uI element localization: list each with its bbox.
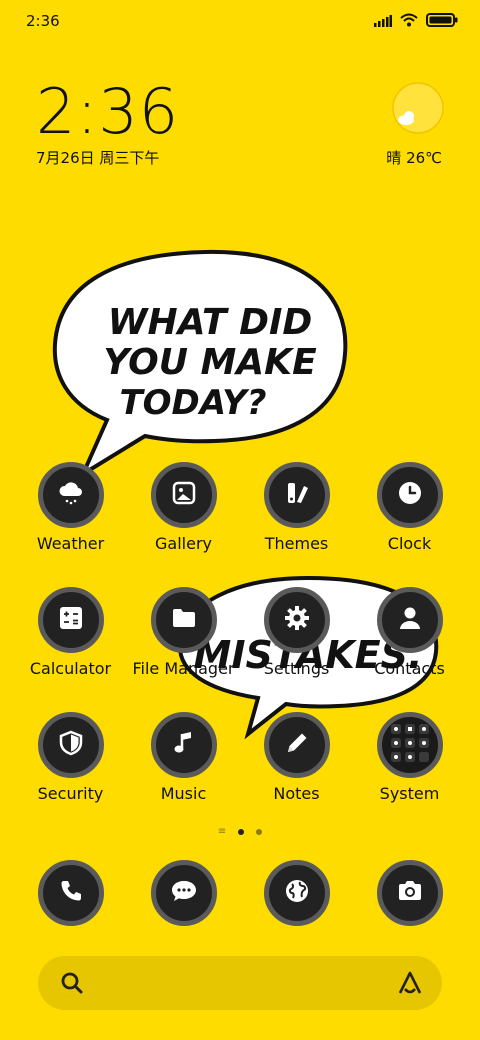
gear-icon — [283, 604, 311, 636]
app-label: Notes — [273, 784, 320, 803]
clock-icon — [397, 480, 423, 510]
app-label: Music — [160, 784, 207, 803]
weather-widget-text[interactable]: 晴 26℃ — [386, 147, 442, 168]
brush-palette-icon — [284, 480, 310, 510]
search-icon[interactable] — [60, 971, 84, 999]
page-dot-active[interactable] — [238, 829, 245, 835]
folder-icon — [171, 605, 197, 635]
music-note-icon — [172, 730, 196, 760]
sun-cloud-icon[interactable] — [392, 82, 444, 134]
camera-icon — [396, 879, 424, 907]
app-label: File Manager — [132, 659, 235, 678]
app-label: Security — [37, 784, 104, 803]
image-icon — [171, 480, 197, 510]
app-security[interactable]: Security — [14, 712, 127, 803]
list-icon: ≡ — [217, 826, 227, 837]
app-label: Contacts — [374, 659, 445, 678]
dock-camera[interactable] — [353, 860, 466, 926]
search-input[interactable] — [98, 966, 378, 1000]
app-label: Themes — [264, 534, 329, 553]
app-gallery[interactable]: Gallery — [127, 462, 240, 553]
folder-grid-icon — [390, 723, 430, 767]
wifi-icon — [400, 12, 418, 31]
bubble-top-line-1: WHAT DID — [108, 302, 313, 343]
app-music[interactable]: Music — [127, 712, 240, 803]
app-label: Clock — [387, 534, 432, 553]
pencil-icon — [284, 730, 310, 760]
app-contacts[interactable]: Contacts — [353, 587, 466, 678]
bubble-top-line-3: TODAY? — [119, 383, 266, 423]
assistant-icon[interactable] — [396, 969, 424, 1001]
app-label: Weather — [36, 534, 105, 553]
app-weather[interactable]: Weather — [14, 462, 127, 553]
app-clock[interactable]: Clock — [353, 462, 466, 553]
app-calculator[interactable]: Calculator — [14, 587, 127, 678]
shield-icon — [59, 730, 83, 760]
search-bar[interactable] — [38, 956, 442, 1010]
app-notes[interactable]: Notes — [240, 712, 353, 803]
page-indicator[interactable]: ≡ — [0, 826, 480, 837]
dock-phone[interactable] — [14, 860, 127, 926]
browser-globe-icon — [284, 878, 310, 908]
status-bar: 2:36 — [0, 0, 480, 40]
app-settings[interactable]: Settings — [240, 587, 353, 678]
clock-widget-date[interactable]: 7月26日 周三下午 — [36, 147, 159, 168]
person-icon — [398, 605, 422, 635]
status-time: 2:36 — [26, 12, 60, 30]
app-file-manager[interactable]: File Manager — [127, 587, 240, 678]
app-themes[interactable]: Themes — [240, 462, 353, 553]
app-label: Settings — [263, 659, 330, 678]
app-label: Gallery — [155, 534, 212, 553]
dock-browser[interactable] — [240, 860, 353, 926]
app-label: System — [379, 784, 440, 803]
app-system[interactable]: System — [353, 712, 466, 803]
app-label: Calculator — [29, 659, 112, 678]
dock-messages[interactable] — [127, 860, 240, 926]
clock-widget-time[interactable]: 2:36 — [36, 80, 179, 144]
wallpaper-bubble-top: WHAT DID YOU MAKE TODAY? — [52, 249, 348, 480]
phone-icon — [58, 878, 84, 908]
battery-icon — [426, 12, 458, 31]
message-icon — [170, 878, 198, 908]
page-dot[interactable] — [256, 829, 263, 835]
cloud-snow-icon — [57, 479, 85, 511]
signal-icon — [374, 12, 392, 31]
bubble-top-line-2: YOU MAKE — [103, 342, 317, 383]
calculator-icon — [58, 605, 84, 635]
